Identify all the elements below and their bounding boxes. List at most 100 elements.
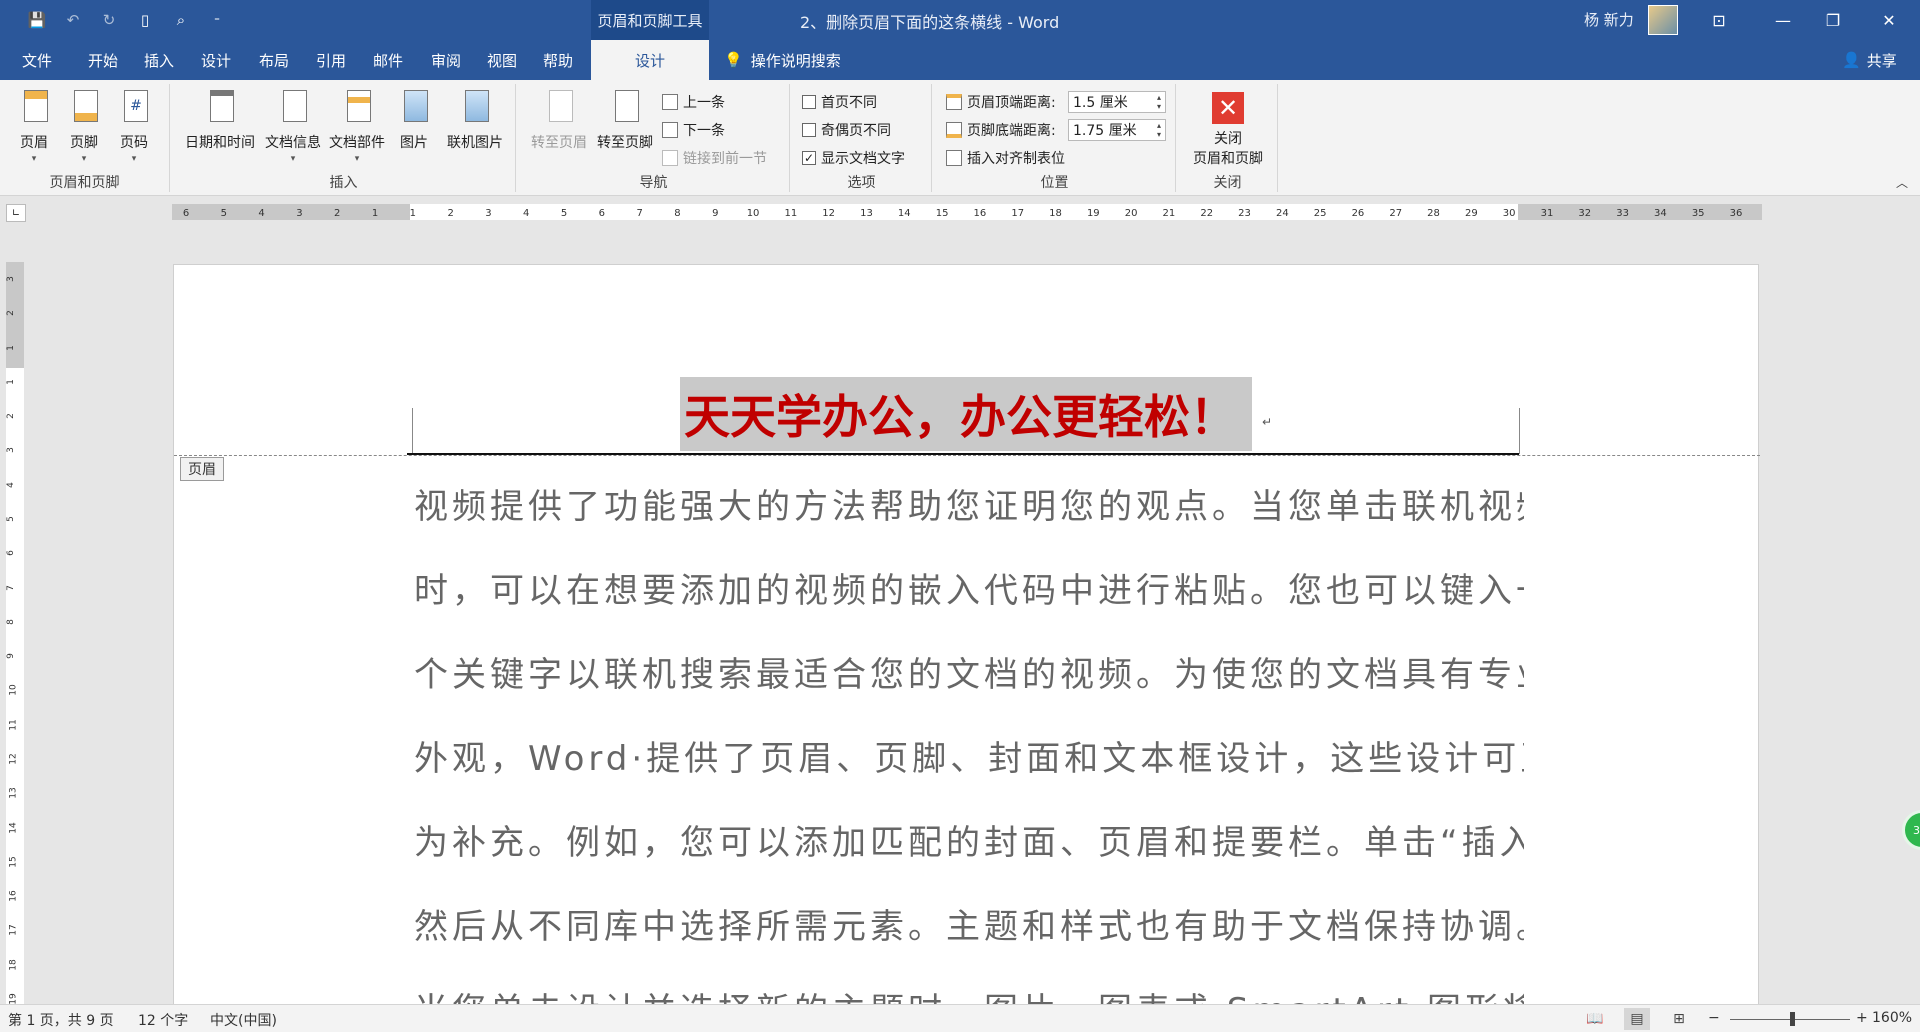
ruler-tick: 2 bbox=[5, 413, 16, 420]
tab-review[interactable]: 审阅 bbox=[418, 40, 474, 80]
previous-button[interactable]: 上一条 bbox=[662, 90, 725, 114]
new-document-icon[interactable]: ▯ bbox=[130, 8, 160, 32]
user-name[interactable]: 杨 新力 bbox=[1584, 9, 1634, 30]
ruler-tick: 9 bbox=[5, 653, 16, 660]
ruler-tick: 14 bbox=[897, 208, 911, 219]
ruler-tick: 17 bbox=[1011, 208, 1025, 219]
zoom-slider-thumb[interactable] bbox=[1790, 1012, 1795, 1026]
tab-header-footer-design[interactable]: 设计 bbox=[591, 40, 709, 80]
goto-header-icon bbox=[543, 88, 575, 128]
insert-align-tab-button[interactable]: 插入对齐制表位 bbox=[946, 146, 1065, 170]
print-preview-icon[interactable]: ⌕ bbox=[166, 8, 196, 32]
horizontal-ruler[interactable]: 6 5 4 3 2 1 1 2 3 4 5 6 7 8 9 10 11 12 13 14 15 16 17 18 19 20 21 2… bbox=[172, 204, 1762, 220]
goto-header-button[interactable]: 转至页眉 bbox=[526, 88, 592, 152]
ruler-tick: 19 bbox=[1086, 208, 1100, 219]
qat-customize-icon[interactable]: ⁼ bbox=[202, 8, 232, 32]
footer-button[interactable]: 页脚 ▾ bbox=[64, 88, 104, 164]
body-text[interactable]: 视频提供了功能强大的方法帮助您证明您的观点。当您单击联机视频 时，可以在想要添加… bbox=[414, 465, 1524, 1032]
ruler-tick: 3 bbox=[5, 447, 16, 454]
minimize-icon[interactable]: — bbox=[1760, 0, 1806, 40]
spinner-arrows-icon[interactable]: ▴ ▾ bbox=[1153, 120, 1165, 140]
undo-icon[interactable]: ↶ bbox=[58, 8, 88, 32]
ruler-tick: 27 bbox=[1389, 208, 1403, 219]
tab-view[interactable]: 视图 bbox=[474, 40, 530, 80]
show-doc-text-checkbox[interactable]: ✓ 显示文档文字 bbox=[802, 146, 905, 170]
zoom-level[interactable]: 160% bbox=[1872, 1010, 1912, 1026]
page-count[interactable]: 第 1 页，共 9 页 bbox=[8, 1010, 114, 1030]
header-top-spinner[interactable]: 1.5 厘米 ▴ ▾ bbox=[1068, 91, 1166, 113]
diff-first-checkbox[interactable]: 首页不同 bbox=[802, 90, 877, 114]
read-mode-icon[interactable]: 📖 bbox=[1582, 1008, 1608, 1030]
tab-design[interactable]: 设计 bbox=[188, 40, 244, 80]
tab-selector[interactable]: ∟ bbox=[6, 204, 26, 222]
date-time-button[interactable]: 日期和时间 bbox=[180, 88, 260, 152]
ruler-tick: 32 bbox=[1578, 208, 1592, 219]
vertical-ruler[interactable]: 3 2 1 1 2 3 4 5 6 7 8 9 10 11 12 13 14 15 16 17 18 19 bbox=[5, 262, 24, 1005]
redo-icon[interactable]: ↻ bbox=[94, 8, 124, 32]
footer-bottom-spinner[interactable]: 1.75 厘米 ▴ ▾ bbox=[1068, 119, 1166, 141]
ruler-tick: 4 bbox=[523, 208, 530, 219]
collapse-ribbon-icon[interactable]: ︿ bbox=[1896, 174, 1908, 191]
ribbon-display-options-icon[interactable]: ⊡ bbox=[1696, 0, 1742, 40]
header-button[interactable]: 页眉 ▾ bbox=[14, 88, 54, 164]
link-previous-button[interactable]: 链接到前一节 bbox=[662, 146, 767, 170]
group-options: 首页不同 奇偶页不同 ✓ 显示文档文字 选项 bbox=[792, 84, 932, 192]
tab-mailings[interactable]: 邮件 bbox=[360, 40, 416, 80]
close-header-footer-button[interactable]: ✕ 关闭 页眉和页脚 bbox=[1186, 88, 1270, 168]
window-title: 2、删除页眉下面的这条横线 - Word bbox=[800, 13, 1060, 32]
ruler-tick: 13 bbox=[860, 208, 873, 219]
group-insert: 日期和时间 文档信息 ▾ 文档部件 ▾ 图片 联机图片 插入 bbox=[172, 84, 516, 192]
goto-footer-button[interactable]: 转至页脚 bbox=[592, 88, 658, 152]
group-label: 选项 bbox=[847, 175, 876, 191]
header-text[interactable]: 天天学办公，办公更轻松！ bbox=[680, 377, 1252, 451]
chevron-down-icon: ▾ bbox=[81, 154, 87, 164]
tab-file[interactable]: 文件 bbox=[8, 40, 66, 80]
tab-references[interactable]: 引用 bbox=[304, 40, 358, 80]
zoom-in-button[interactable]: + bbox=[1856, 1010, 1868, 1026]
print-layout-icon[interactable]: ▤ bbox=[1624, 1008, 1650, 1030]
web-layout-icon[interactable]: ⊞ bbox=[1666, 1008, 1692, 1030]
ruler-tick: 19 bbox=[8, 993, 19, 1005]
chevron-down-icon: ▾ bbox=[354, 154, 360, 164]
ruler-tick: 35 bbox=[1691, 208, 1705, 219]
ruler-tick: 11 bbox=[784, 208, 798, 219]
diff-odd-even-checkbox[interactable]: 奇偶页不同 bbox=[802, 118, 891, 142]
quick-parts-icon bbox=[341, 88, 373, 128]
doc-parts-button[interactable]: 文档部件 ▾ bbox=[326, 88, 388, 164]
word-count[interactable]: 12 个字 bbox=[138, 1010, 188, 1030]
ruler-tick: 15 bbox=[935, 208, 949, 219]
person-icon: 👤 bbox=[1842, 51, 1861, 69]
footer-position-icon bbox=[946, 122, 962, 138]
document-page[interactable]: 天天学办公，办公更轻松！ ↵ 页眉 视频提供了功能强大的方法帮助您证明您的观点。… bbox=[173, 264, 1760, 1031]
close-window-icon[interactable]: ✕ bbox=[1866, 0, 1912, 40]
calendar-icon bbox=[204, 88, 236, 128]
tab-layout[interactable]: 布局 bbox=[246, 40, 302, 80]
floating-badge[interactable]: 38 bbox=[1902, 810, 1920, 850]
doc-info-button[interactable]: 文档信息 ▾ bbox=[262, 88, 324, 164]
next-button[interactable]: 下一条 bbox=[662, 118, 725, 142]
group-label: 插入 bbox=[329, 175, 358, 191]
save-icon[interactable]: 💾 bbox=[22, 8, 52, 32]
online-picture-button[interactable]: 联机图片 bbox=[440, 88, 510, 152]
ruler-tick: 10 bbox=[746, 208, 760, 219]
spinner-arrows-icon[interactable]: ▴ ▾ bbox=[1153, 92, 1165, 112]
chevron-down-icon: ▾ bbox=[290, 154, 296, 164]
tell-me-search[interactable]: 💡 操作说明搜索 bbox=[724, 40, 841, 80]
tab-home[interactable]: 开始 bbox=[76, 40, 130, 80]
chevron-down-icon: ▾ bbox=[131, 154, 137, 164]
ruler-tick: 6 bbox=[182, 208, 190, 219]
share-button[interactable]: 👤 共享 bbox=[1842, 40, 1897, 80]
language[interactable]: 中文(中国) bbox=[210, 1010, 277, 1030]
restore-icon[interactable]: ❐ bbox=[1810, 0, 1856, 40]
body-line: 视频提供了功能强大的方法帮助您证明您的观点。当您单击联机视频 bbox=[414, 487, 1524, 527]
zoom-out-button[interactable]: − bbox=[1708, 1010, 1720, 1026]
avatar[interactable] bbox=[1648, 5, 1678, 35]
ruler-tick: 1 bbox=[409, 208, 417, 219]
ruler-tick: 9 bbox=[712, 208, 719, 219]
context-tab-label: 页眉和页脚工具 bbox=[591, 0, 709, 40]
picture-button[interactable]: 图片 bbox=[392, 88, 436, 152]
tab-help[interactable]: 帮助 bbox=[530, 40, 586, 80]
page-number-button[interactable]: # 页码 ▾ bbox=[114, 88, 154, 164]
tab-insert[interactable]: 插入 bbox=[132, 40, 186, 80]
ruler-tick: 3 bbox=[296, 208, 303, 219]
